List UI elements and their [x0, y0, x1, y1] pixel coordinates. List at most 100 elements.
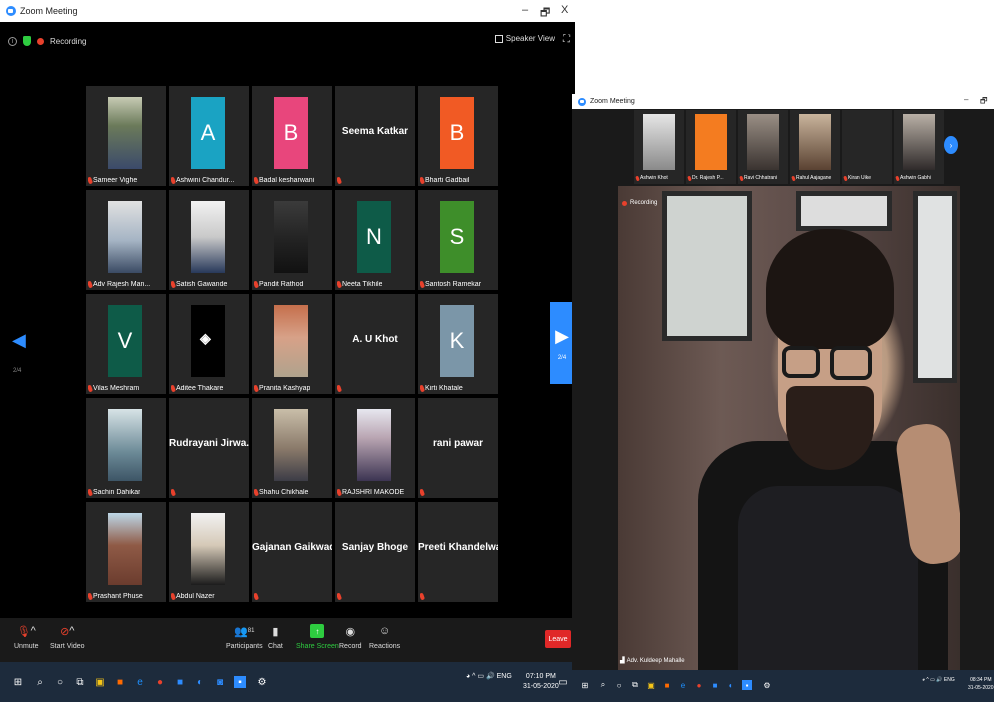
next-thumbnails-arrow-icon[interactable]: ›: [944, 136, 958, 154]
participant-tile[interactable]: Pandit Rathod: [252, 190, 332, 290]
participant-tile[interactable]: A Ashwini Chandur...: [169, 86, 249, 186]
unmute-label: Unmute: [14, 643, 39, 650]
share-screen-button[interactable]: ↑ Share Screen: [296, 624, 339, 650]
thumbnail-video: [851, 114, 883, 170]
participant-avatar: S: [440, 201, 474, 273]
participant-tile[interactable]: B Badal kesharwani: [252, 86, 332, 186]
participant-tile[interactable]: Seema Katkar: [335, 86, 415, 186]
info-icon[interactable]: i: [8, 36, 17, 46]
unmute-button[interactable]: 🎙 ^ Unmute: [14, 624, 39, 650]
participants-icon: 👥 81: [234, 625, 255, 638]
office-icon[interactable]: ■: [114, 676, 126, 688]
restore-button[interactable]: 🗗: [540, 4, 550, 23]
app-icon[interactable]: ■: [710, 680, 720, 690]
cortana-icon[interactable]: ○: [54, 676, 66, 688]
participant-tile[interactable]: Pranita Kashyap: [252, 294, 332, 394]
chrome-icon[interactable]: ●: [694, 680, 704, 690]
minimize-button[interactable]: –: [964, 95, 968, 104]
app-icon[interactable]: ■: [174, 676, 186, 688]
next-page-button[interactable]: ▶ 2/4: [550, 302, 574, 384]
participant-name-tag: Pranita Kashyap: [254, 385, 310, 392]
notifications-icon[interactable]: ▭: [557, 676, 569, 688]
record-button[interactable]: ◉ Record: [339, 624, 362, 651]
thumbnail-tile[interactable]: Dr. Rajesh P...: [686, 110, 736, 184]
participant-tile[interactable]: ◈ Aditee Thakare: [169, 294, 249, 394]
settings-gear-icon[interactable]: ⚙: [762, 680, 772, 690]
close-button[interactable]: X: [561, 4, 568, 16]
speaker-glasses-left: [782, 346, 820, 378]
chat-button[interactable]: ▮ Chat: [268, 624, 283, 651]
store-icon[interactable]: ▣: [94, 676, 106, 688]
participant-tile[interactable]: Sameer Vighe: [86, 86, 166, 186]
participant-tile[interactable]: S Santosh Ramekar: [418, 190, 498, 290]
participant-tile[interactable]: Sanjay Bhoge: [335, 502, 415, 602]
chrome-icon[interactable]: ●: [154, 676, 166, 688]
participant-tile[interactable]: rani pawar: [418, 398, 498, 498]
thumbnail-tile[interactable]: Ashwin Gabhi: [894, 110, 944, 184]
participant-tile[interactable]: RAJSHRI MAKODE: [335, 398, 415, 498]
participant-name-tag: Sachin Dahikar: [88, 489, 140, 496]
store-icon[interactable]: ▣: [646, 680, 656, 690]
edge-icon[interactable]: e: [678, 680, 688, 690]
restore-button[interactable]: 🗗: [980, 95, 988, 109]
zoom-taskbar-icon-2[interactable]: ◙: [214, 676, 226, 688]
task-view-icon[interactable]: ⧉: [74, 676, 86, 688]
office-icon[interactable]: ■: [662, 680, 672, 690]
fullscreen-icon[interactable]: ⛶: [563, 34, 570, 45]
participant-tile[interactable]: Prashant Phuse: [86, 502, 166, 602]
reactions-button[interactable]: ☺ Reactions: [369, 624, 400, 650]
leave-button[interactable]: Leave: [545, 630, 571, 648]
language-indicator[interactable]: ENG: [497, 673, 512, 680]
cortana-icon[interactable]: ○: [614, 680, 624, 690]
security-shield-icon[interactable]: [23, 36, 31, 46]
zoom-taskbar-icon[interactable]: ◐: [194, 676, 206, 688]
participant-tile[interactable]: Shahu Chikhale: [252, 398, 332, 498]
participant-tile[interactable]: Sachin Dahikar: [86, 398, 166, 498]
participant-tile[interactable]: N Neeta Tikhile: [335, 190, 415, 290]
tray-icons[interactable]: ◕ ^ ▭ 🔊: [922, 677, 944, 683]
zoom-taskbar-icon[interactable]: ◐: [726, 680, 736, 690]
clock-time: 08:34 PM: [970, 677, 992, 683]
participant-tile[interactable]: Gajanan Gaikwad: [252, 502, 332, 602]
participant-tile[interactable]: Rudrayani Jirwa...: [169, 398, 249, 498]
participant-tile[interactable]: Preeti Khandelwal: [418, 502, 498, 602]
tray-icons[interactable]: ◕ ^ ▭ 🔊: [466, 673, 497, 680]
language-indicator[interactable]: ENG: [944, 677, 955, 683]
participant-video: [274, 201, 308, 273]
participant-tile[interactable]: Satish Gawande: [169, 190, 249, 290]
thumbnail-tile[interactable]: Rahul Aajagane: [790, 110, 840, 184]
clock[interactable]: 08:34 PM 31-05-2020: [968, 676, 994, 692]
windows-start-icon[interactable]: ⊞: [580, 680, 590, 690]
speaker-view-button[interactable]: Speaker View: [494, 34, 555, 43]
participant-tile[interactable]: B Bharti Gadbail: [418, 86, 498, 186]
participant-avatar: K: [440, 305, 474, 377]
minimize-button[interactable]: –: [522, 4, 528, 16]
share-screen-label: Share Screen: [296, 643, 339, 650]
thumbnail-name-tag: Ravi Chhatrani: [739, 175, 777, 181]
participant-name-tag: Badal kesharwani: [254, 177, 314, 184]
settings-gear-icon[interactable]: ⚙: [256, 676, 268, 688]
participant-tile[interactable]: V Vilas Meshram: [86, 294, 166, 394]
edge-icon[interactable]: e: [134, 676, 146, 688]
thumbnail-tile[interactable]: Kiran Uike: [842, 110, 892, 184]
thumbnail-tile[interactable]: Ashwin Khot: [634, 110, 684, 184]
active-app-icon[interactable]: ▪: [234, 676, 246, 688]
previous-page-arrow-icon[interactable]: ◀: [12, 330, 26, 351]
start-video-button[interactable]: ⊘ ^ Start Video: [50, 624, 85, 650]
search-icon[interactable]: ⌕: [34, 676, 46, 688]
mic-muted-icon: [420, 489, 425, 496]
clock[interactable]: 07:10 PM 31-05-2020: [523, 672, 559, 692]
participant-tile[interactable]: A. U Khot: [335, 294, 415, 394]
participants-button[interactable]: 👥 81 Participants: [226, 624, 263, 651]
participant-tile[interactable]: Abdul Nazer: [169, 502, 249, 602]
task-view-icon[interactable]: ⧉: [630, 680, 640, 690]
participant-tile[interactable]: K Kirti Khatale: [418, 294, 498, 394]
participant-name: Pranita Kashyap: [259, 385, 311, 392]
participant-tile[interactable]: Adv Rajesh Man...: [86, 190, 166, 290]
active-app-icon[interactable]: ▪: [742, 680, 752, 690]
thumbnail-name-tag: Ashwin Khot: [635, 175, 668, 181]
search-icon[interactable]: ⌕: [598, 680, 608, 690]
thumbnail-name-tag: Rahul Aajagane: [791, 175, 831, 181]
windows-start-icon[interactable]: ⊞: [12, 676, 24, 688]
thumbnail-tile[interactable]: Ravi Chhatrani: [738, 110, 788, 184]
